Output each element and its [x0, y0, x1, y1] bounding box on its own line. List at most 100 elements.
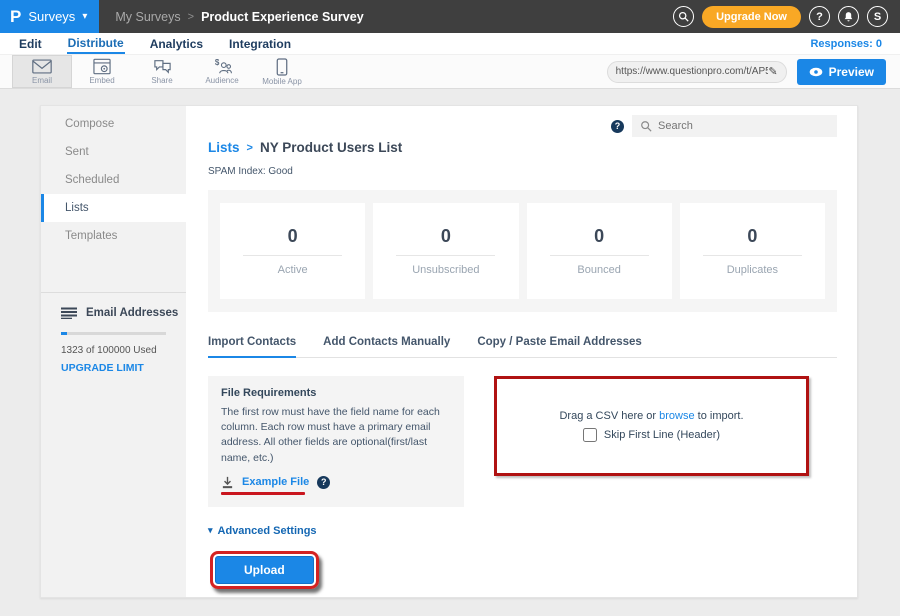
- survey-nav: Edit Distribute Analytics Integration Re…: [0, 33, 900, 55]
- csv-dropzone-annotated[interactable]: Drag a CSV here or browse to import. Ski…: [494, 376, 809, 476]
- breadcrumb-separator: >: [247, 142, 253, 154]
- file-requirements-box: File Requirements The first row must hav…: [208, 376, 464, 507]
- list-search-row: ?: [611, 115, 837, 137]
- tab-import-contacts[interactable]: Import Contacts: [208, 336, 296, 358]
- email-sidebar: Compose Sent Scheduled Lists Templates E…: [41, 106, 186, 597]
- annotation-red-underline: [221, 492, 305, 495]
- mobile-app-icon: [276, 58, 288, 76]
- upload-button[interactable]: Upload: [215, 556, 314, 584]
- stat-label: Active: [278, 264, 308, 276]
- breadcrumb-my-surveys[interactable]: My Surveys: [115, 10, 180, 24]
- stat-value: 0: [747, 226, 757, 247]
- responses-count[interactable]: Responses: 0: [810, 38, 882, 50]
- channel-audience[interactable]: $ Audience: [192, 55, 252, 88]
- stat-card-bounced: 0 Bounced: [527, 203, 672, 299]
- channel-share[interactable]: Share: [132, 55, 192, 88]
- stat-label: Duplicates: [727, 264, 778, 276]
- advanced-settings-label: Advanced Settings: [218, 525, 317, 537]
- survey-url-box: ✎: [607, 61, 787, 83]
- list-breadcrumb: Lists > NY Product Users List: [208, 140, 837, 155]
- skip-first-line-label: Skip First Line (Header): [604, 429, 720, 441]
- nav-tab-analytics[interactable]: Analytics: [149, 35, 204, 53]
- magnifier-glyph: [678, 11, 689, 22]
- stat-card-duplicates: 0 Duplicates: [680, 203, 825, 299]
- caret-down-icon: ▾: [208, 525, 213, 536]
- list-lines-icon: [61, 307, 77, 319]
- bell-glyph: [843, 11, 854, 23]
- dropzone-text-suffix: to import.: [698, 410, 744, 422]
- nav-tab-distribute[interactable]: Distribute: [67, 34, 125, 54]
- stat-label: Unsubscribed: [412, 264, 479, 276]
- topbar-breadcrumb: My Surveys > Product Experience Survey: [99, 0, 673, 33]
- toolbar-right: ✎ Preview: [607, 55, 900, 88]
- stat-card-unsubscribed: 0 Unsubscribed: [373, 203, 518, 299]
- tab-copy-paste-email-addresses[interactable]: Copy / Paste Email Addresses: [477, 336, 641, 357]
- lists-main: ? Lists > NY Product Users List SPAM Ind…: [186, 106, 857, 597]
- email-usage-fill: [61, 332, 67, 335]
- skip-first-line-checkbox[interactable]: [583, 428, 597, 442]
- list-search-input[interactable]: [658, 120, 829, 132]
- preview-button[interactable]: Preview: [797, 59, 886, 85]
- nav-tab-edit[interactable]: Edit: [18, 35, 43, 53]
- channel-email-label: Email: [32, 76, 52, 85]
- channel-mobile-label: Mobile App: [262, 77, 302, 86]
- sidebar-item-compose[interactable]: Compose: [41, 110, 186, 138]
- channel-embed[interactable]: Embed: [72, 55, 132, 88]
- dropzone-text-prefix: Drag a CSV here or: [559, 410, 656, 422]
- svg-text:$: $: [215, 58, 220, 67]
- topbar: P Surveys ▾ My Surveys > Product Experie…: [0, 0, 900, 33]
- spam-index-label: SPAM Index: Good: [208, 166, 837, 177]
- download-icon[interactable]: [221, 476, 234, 489]
- example-file-help-icon[interactable]: ?: [317, 476, 330, 489]
- stat-card-active: 0 Active: [220, 203, 365, 299]
- search-icon: [640, 120, 652, 132]
- advanced-settings-toggle[interactable]: ▾ Advanced Settings: [208, 525, 837, 537]
- share-icon: [152, 58, 173, 75]
- breadcrumb-separator: >: [188, 11, 194, 23]
- example-file-link[interactable]: Example File: [242, 476, 309, 488]
- topbar-actions: Upgrade Now ? S: [673, 0, 900, 33]
- email-distribution-card: Compose Sent Scheduled Lists Templates E…: [40, 105, 858, 598]
- sidebar-item-lists[interactable]: Lists: [41, 194, 186, 222]
- file-requirements-title: File Requirements: [221, 387, 451, 399]
- sidebar-item-scheduled[interactable]: Scheduled: [41, 166, 186, 194]
- email-usage-text: 1323 of 100000 Used: [41, 335, 186, 356]
- workspace-menu-label: Surveys: [28, 9, 75, 24]
- contacts-tabs: Import Contacts Add Contacts Manually Co…: [208, 336, 837, 358]
- survey-url-input[interactable]: [616, 66, 769, 77]
- stat-value: 0: [594, 226, 604, 247]
- channel-mobile-app[interactable]: Mobile App: [252, 55, 312, 88]
- help-badge-icon[interactable]: ?: [611, 120, 624, 133]
- annotation-red-box: Upload: [210, 551, 319, 589]
- email-icon: [31, 58, 53, 75]
- sidebar-item-templates[interactable]: Templates: [41, 222, 186, 250]
- email-addresses-section: Email Addresses: [41, 293, 186, 319]
- eye-icon: [809, 67, 823, 77]
- channel-embed-label: Embed: [89, 76, 114, 85]
- edit-url-pencil-icon[interactable]: ✎: [768, 65, 777, 78]
- user-avatar[interactable]: S: [867, 6, 888, 27]
- help-icon[interactable]: ?: [809, 6, 830, 27]
- questionpro-app: P Surveys ▾ My Surveys > Product Experie…: [0, 0, 900, 616]
- upgrade-now-button[interactable]: Upgrade Now: [702, 6, 801, 28]
- search-icon[interactable]: [673, 6, 694, 27]
- stat-value: 0: [288, 226, 298, 247]
- distribute-toolbar: Email Embed Share $ Audience Mobile App …: [0, 55, 900, 89]
- audience-icon: $: [211, 58, 233, 75]
- list-name-title: NY Product Users List: [260, 140, 402, 155]
- dropzone-text: Drag a CSV here or browse to import.: [559, 410, 743, 422]
- stat-divider: [243, 255, 342, 256]
- upgrade-limit-link[interactable]: UPGRADE LIMIT: [41, 356, 186, 374]
- breadcrumb-lists-link[interactable]: Lists: [208, 140, 240, 155]
- questionpro-logo-icon: P: [10, 8, 21, 25]
- sidebar-item-sent[interactable]: Sent: [41, 138, 186, 166]
- notifications-bell-icon[interactable]: [838, 6, 859, 27]
- workspace-switcher[interactable]: P Surveys ▾: [0, 0, 99, 33]
- browse-link[interactable]: browse: [659, 410, 694, 422]
- nav-tab-integration[interactable]: Integration: [228, 35, 292, 53]
- page-body: Compose Sent Scheduled Lists Templates E…: [0, 105, 900, 616]
- stat-divider: [703, 255, 802, 256]
- tab-add-contacts-manually[interactable]: Add Contacts Manually: [323, 336, 450, 357]
- list-search-box: [632, 115, 837, 137]
- channel-email[interactable]: Email: [12, 55, 72, 88]
